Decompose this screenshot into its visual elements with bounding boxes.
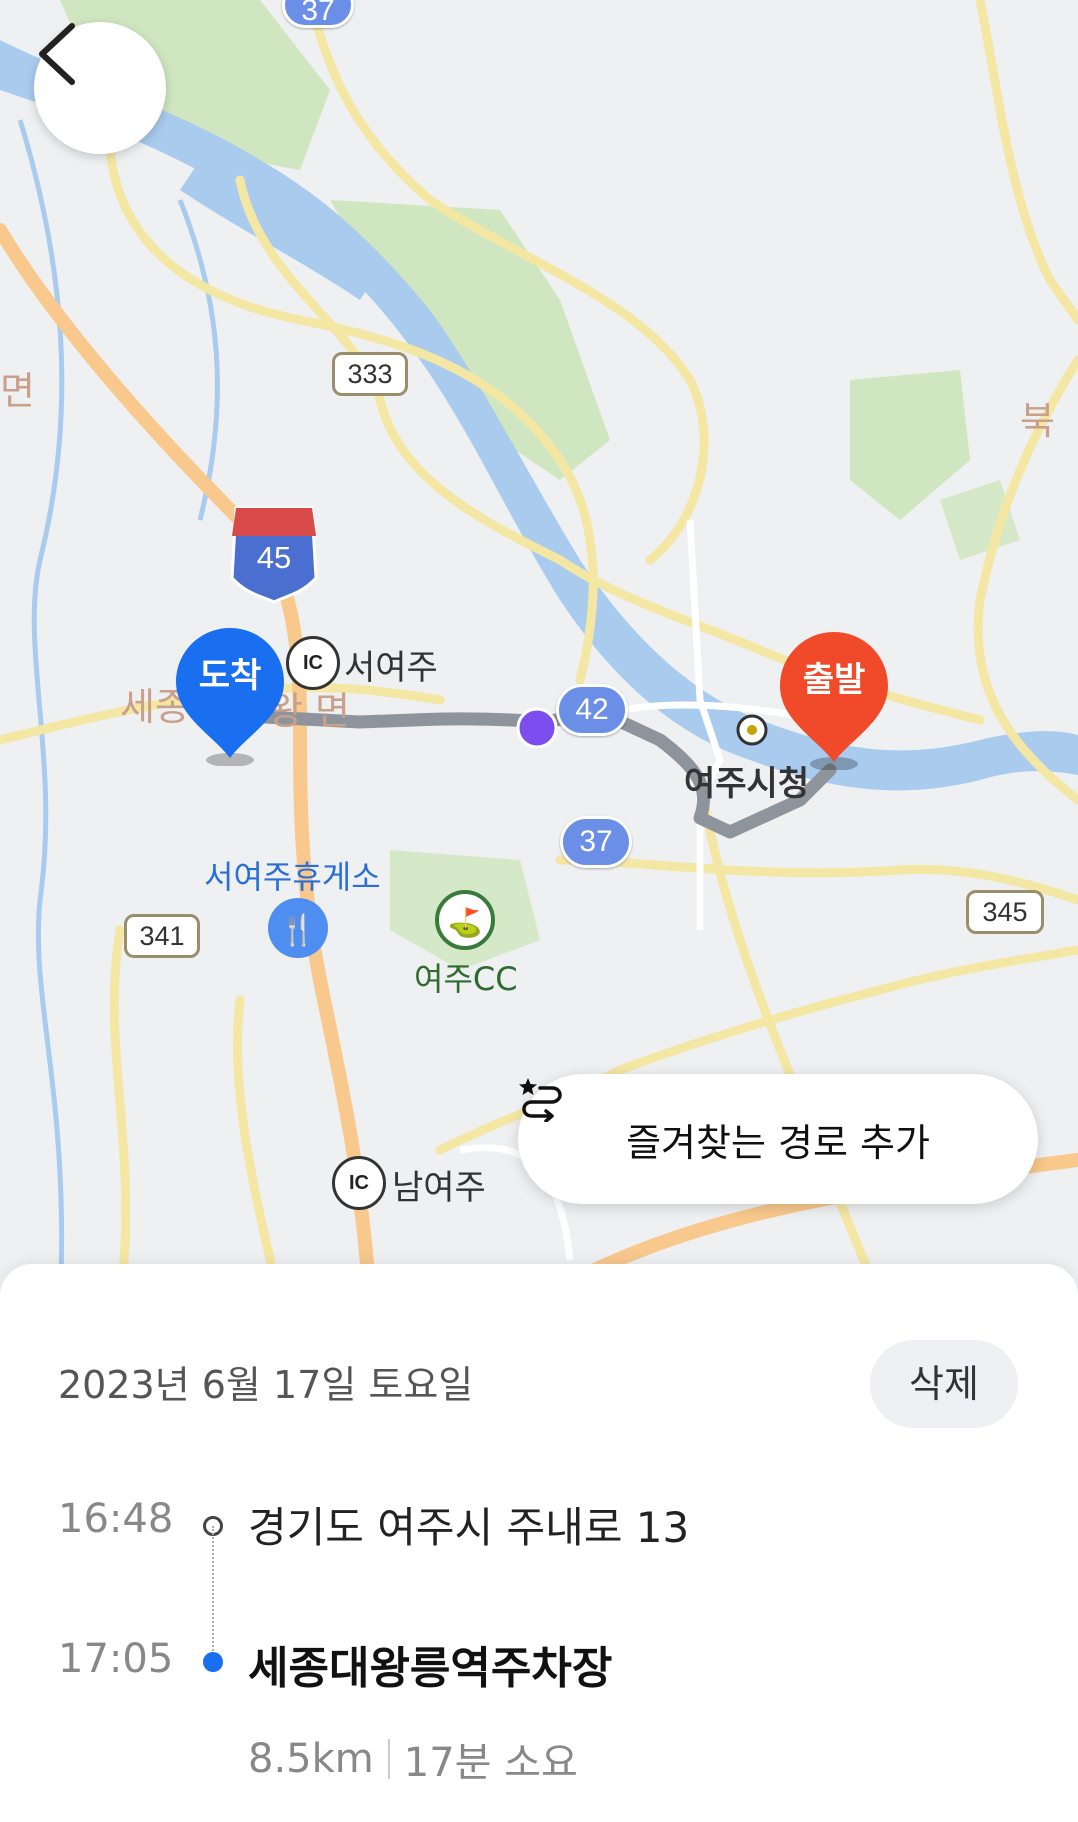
area-label-buk: 북: [1020, 399, 1055, 443]
divider: [387, 1739, 390, 1779]
svg-text:⛳: ⛳: [448, 906, 483, 939]
start-address: 경기도 여주시 주내로 13: [248, 1503, 690, 1552]
route-shield-45: 45: [256, 540, 292, 575]
end-pin-label: 도착: [198, 656, 262, 696]
start-time: 16:48: [58, 1496, 174, 1542]
end-point-dot-icon: [203, 1652, 223, 1672]
back-button[interactable]: [34, 22, 166, 154]
timeline-connector: [212, 1526, 214, 1666]
route-star-icon: [519, 1078, 562, 1122]
trip-date: 2023년 6월 17일 토요일: [58, 1363, 474, 1407]
svg-text:🍴: 🍴: [279, 912, 316, 948]
app-root: 🍴 ⛳ 면 북 세종 왕 면 333 45 42 37 37 341 345 I…: [0, 0, 1078, 1822]
map-view[interactable]: 🍴 ⛳ 면 북 세종 왕 면 333 45 42 37 37 341 345 I…: [0, 0, 1078, 1300]
route-shield-333: 333: [332, 352, 408, 396]
rest-area-label: 서여주휴게소: [204, 858, 381, 896]
route-shield-37-top: 37: [282, 0, 354, 28]
ic-icon: IC: [332, 1156, 386, 1210]
trip-duration: 17분 소요: [403, 1740, 578, 1786]
route-shield-345: 345: [966, 890, 1044, 934]
start-pin-label: 출발: [802, 660, 866, 700]
add-favorite-route-button[interactable]: 즐겨찾는 경로 추가: [518, 1074, 1038, 1204]
add-favorite-route-label: 즐겨찾는 경로 추가: [626, 1120, 930, 1165]
end-pin[interactable]: 도착: [174, 626, 286, 766]
route-shield-37: 37: [560, 816, 632, 868]
trip-distance: 8.5km: [248, 1736, 374, 1782]
golf-course-label: 여주CC: [414, 960, 518, 998]
chevron-left-icon: [39, 23, 75, 85]
namyeoju-ic-label: 남여주: [392, 1168, 486, 1208]
destination-name: 세종대왕릉역주차장: [248, 1643, 613, 1694]
area-label-myeon: 면: [0, 369, 35, 413]
ic-icon: IC: [286, 636, 340, 690]
route-shield-42: 42: [556, 684, 628, 736]
delete-button[interactable]: 삭제: [870, 1340, 1018, 1428]
end-time: 17:05: [58, 1636, 174, 1682]
trip-detail-sheet: 2023년 6월 17일 토요일 삭제 16:48 경기도 여주시 주내로 13…: [0, 1264, 1078, 1822]
start-pin[interactable]: 출발: [778, 630, 890, 770]
seoyeoju-ic-label: 서여주: [344, 648, 438, 688]
trip-summary: 8.5km 17분 소요: [248, 1730, 578, 1788]
route-shield-341: 341: [124, 914, 200, 958]
